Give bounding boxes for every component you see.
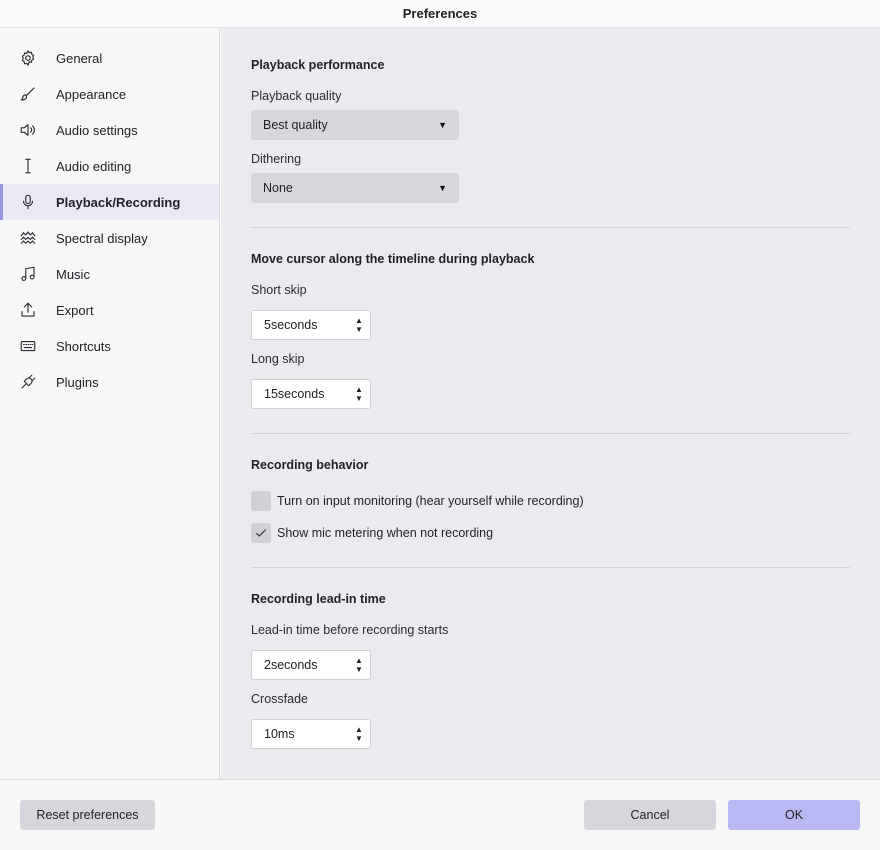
sidebar-item-appearance[interactable]: Appearance: [0, 76, 219, 112]
sidebar: General Appearance Audio settings Audio …: [0, 28, 220, 779]
sidebar-item-audio-editing[interactable]: Audio editing: [0, 148, 219, 184]
sidebar-item-label: Shortcuts: [56, 338, 111, 354]
caret-down-icon: ▼: [438, 183, 447, 193]
long-skip-stepper[interactable]: 15seconds ▲ ▼: [251, 379, 371, 409]
sidebar-item-label: Playback/Recording: [56, 194, 181, 210]
short-skip-stepper[interactable]: 5seconds ▲ ▼: [251, 310, 371, 340]
gear-icon: [18, 48, 38, 68]
crossfade-label: Crossfade: [251, 692, 308, 706]
sidebar-item-export[interactable]: Export: [0, 292, 219, 328]
sidebar-item-music[interactable]: Music: [0, 256, 219, 292]
mic-metering-label: Show mic metering when not recording: [277, 526, 494, 540]
window-title: Preferences: [402, 6, 478, 21]
mic-metering-checkbox[interactable]: [251, 523, 271, 543]
sidebar-item-general[interactable]: General: [0, 40, 219, 76]
long-skip-value: 15seconds: [264, 387, 325, 401]
sidebar-item-plugins[interactable]: Plugins: [0, 364, 219, 400]
increment-icon[interactable]: ▲: [354, 656, 364, 665]
dithering-dropdown[interactable]: None ▼: [251, 173, 459, 203]
sidebar-item-label: Spectral display: [56, 230, 148, 246]
move-cursor-heading: Move cursor along the timeline during pl…: [251, 252, 535, 266]
decrement-icon[interactable]: ▼: [354, 665, 364, 674]
lead-in-heading: Recording lead-in time: [251, 592, 386, 606]
sidebar-item-label: Music: [56, 266, 90, 282]
short-skip-label: Short skip: [251, 283, 307, 297]
playback-quality-value: Best quality: [263, 118, 328, 132]
caret-down-icon: ▼: [438, 120, 447, 130]
keyboard-icon: [18, 336, 38, 356]
sidebar-item-playback-recording[interactable]: Playback/Recording: [0, 184, 219, 220]
waves-icon: [18, 228, 38, 248]
mic-metering-row: Show mic metering when not recording: [251, 523, 493, 543]
lead-in-time-value: 2seconds: [264, 658, 318, 672]
decrement-icon[interactable]: ▼: [354, 394, 364, 403]
settings-panel: Playback performance Playback quality Be…: [221, 28, 880, 779]
crossfade-stepper[interactable]: 10ms ▲ ▼: [251, 719, 371, 749]
text-cursor-icon: [18, 156, 38, 176]
section-divider: [251, 227, 850, 228]
increment-icon[interactable]: ▲: [354, 316, 364, 325]
speaker-icon: [18, 120, 38, 140]
decrement-icon[interactable]: ▼: [354, 325, 364, 334]
sidebar-item-label: Appearance: [56, 86, 127, 102]
short-skip-value: 5seconds: [264, 318, 318, 332]
sidebar-item-label: Audio editing: [56, 158, 132, 174]
sidebar-item-label: General: [56, 50, 103, 66]
cancel-button[interactable]: Cancel: [584, 800, 716, 830]
section-divider: [251, 433, 850, 434]
dithering-label: Dithering: [251, 152, 302, 166]
sidebar-item-audio-settings[interactable]: Audio settings: [0, 112, 219, 148]
decrement-icon[interactable]: ▼: [354, 734, 364, 743]
dialog-footer: Reset preferences Cancel OK: [0, 779, 880, 850]
lead-in-time-stepper[interactable]: 2seconds ▲ ▼: [251, 650, 371, 680]
music-note-icon: [18, 264, 38, 284]
ok-button[interactable]: OK: [728, 800, 860, 830]
playback-performance-heading: Playback performance: [251, 58, 385, 72]
stepper-arrows: ▲ ▼: [354, 725, 364, 743]
input-monitoring-checkbox[interactable]: [251, 491, 271, 511]
section-divider: [251, 567, 850, 568]
sidebar-item-shortcuts[interactable]: Shortcuts: [0, 328, 219, 364]
preferences-window: Preferences General Appearance Audio set…: [0, 0, 880, 850]
playback-quality-dropdown[interactable]: Best quality ▼: [251, 110, 459, 140]
sidebar-item-label: Audio settings: [56, 122, 138, 138]
playback-quality-label: Playback quality: [251, 89, 342, 103]
stepper-arrows: ▲ ▼: [354, 656, 364, 674]
stepper-arrows: ▲ ▼: [354, 316, 364, 334]
stepper-arrows: ▲ ▼: [354, 385, 364, 403]
checkmark-icon: [256, 529, 266, 537]
dithering-value: None: [263, 181, 293, 195]
input-monitoring-label: Turn on input monitoring (hear yourself …: [277, 494, 584, 508]
upload-icon: [18, 300, 38, 320]
sidebar-item-label: Export: [56, 302, 94, 318]
reset-preferences-button[interactable]: Reset preferences: [20, 800, 155, 830]
lead-in-time-label: Lead-in time before recording starts: [251, 623, 449, 637]
crossfade-value: 10ms: [264, 727, 295, 741]
input-monitoring-row: Turn on input monitoring (hear yourself …: [251, 491, 584, 511]
title-bar: Preferences: [0, 0, 880, 28]
sidebar-item-label: Plugins: [56, 374, 99, 390]
brush-icon: [18, 84, 38, 104]
plug-icon: [18, 372, 38, 392]
recording-behavior-heading: Recording behavior: [251, 458, 369, 472]
microphone-icon: [18, 192, 38, 212]
sidebar-item-spectral-display[interactable]: Spectral display: [0, 220, 219, 256]
increment-icon[interactable]: ▲: [354, 385, 364, 394]
increment-icon[interactable]: ▲: [354, 725, 364, 734]
long-skip-label: Long skip: [251, 352, 305, 366]
